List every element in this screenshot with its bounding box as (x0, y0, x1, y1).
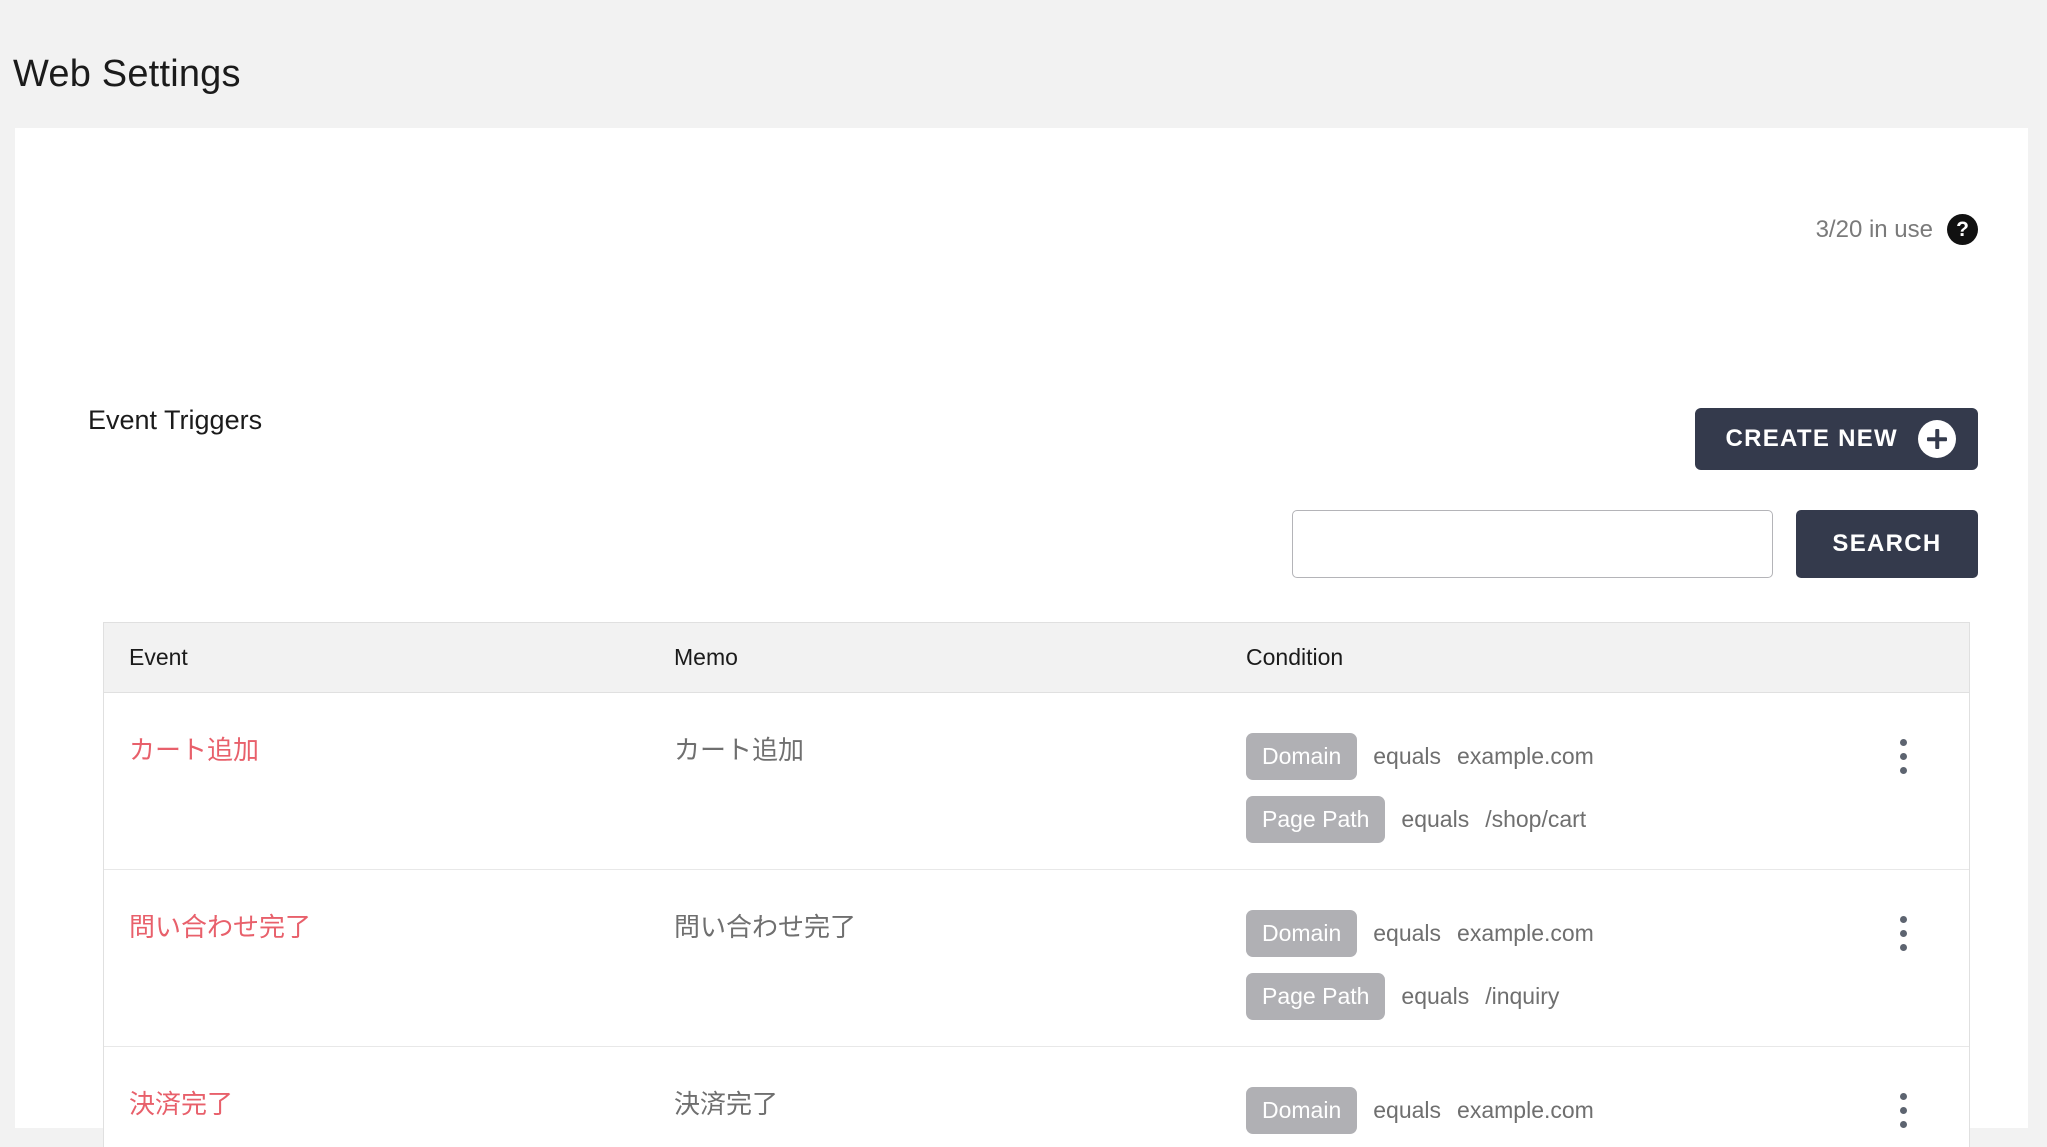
condition-operator: equals (1401, 983, 1470, 1009)
event-triggers-table: Event Memo Condition カート追加 カート追加 Domain … (103, 622, 1970, 1147)
create-new-button-label: CREATE NEW (1725, 425, 1898, 452)
event-cell: 問い合わせ完了 (104, 910, 674, 944)
usage-count-label: 3/20 in use (1815, 215, 1933, 243)
event-name-link[interactable]: カート追加 (129, 735, 259, 765)
plus-circle-icon (1918, 420, 1956, 458)
condition-item: Page Path equals /shop/cart (1246, 796, 1841, 843)
condition-operator: equals (1373, 920, 1442, 946)
memo-text: 決済完了 (674, 1089, 779, 1119)
condition-list: Domain equals example.com Page Path equa… (1246, 1087, 1841, 1147)
condition-cell: Domain equals example.com Page Path equa… (1246, 733, 1841, 843)
usage-indicator: 3/20 in use ? (1816, 214, 1978, 245)
event-name-link[interactable]: 決済完了 (129, 1089, 233, 1119)
table-header-row: Event Memo Condition (104, 623, 1969, 693)
memo-text: 問い合わせ完了 (674, 912, 857, 942)
memo-cell: 問い合わせ完了 (674, 910, 1246, 944)
section-title: Event Triggers (88, 405, 263, 435)
condition-item: Page Path equals /inquiry (1246, 973, 1841, 1020)
actions-cell (1841, 733, 1969, 779)
web-settings-page: Web Settings 3/20 in use ? Event Trigger… (0, 0, 2047, 1147)
condition-value: /inquiry (1485, 983, 1560, 1009)
condition-cell: Domain equals example.com Page Path equa… (1246, 1087, 1841, 1147)
help-circle-icon[interactable]: ? (1947, 214, 1978, 245)
condition-item: Domain equals example.com (1246, 733, 1841, 780)
event-cell: 決済完了 (104, 1087, 674, 1121)
condition-type-chip: Page Path (1246, 973, 1386, 1020)
kebab-menu-icon[interactable] (1883, 1087, 1923, 1133)
event-cell: カート追加 (104, 733, 674, 767)
kebab-menu-icon[interactable] (1883, 733, 1923, 779)
condition-list: Domain equals example.com Page Path equa… (1246, 910, 1841, 1020)
condition-operator: equals (1373, 743, 1442, 769)
condition-operator: equals (1373, 1097, 1442, 1123)
search-button[interactable]: SEARCH (1796, 510, 1978, 578)
memo-cell: 決済完了 (674, 1087, 1246, 1121)
actions-cell (1841, 910, 1969, 956)
actions-cell (1841, 1087, 1969, 1133)
page-title: Web Settings (13, 53, 241, 96)
condition-type-chip: Domain (1246, 910, 1358, 957)
column-header-memo: Memo (674, 644, 738, 670)
event-name-link[interactable]: 問い合わせ完了 (129, 912, 311, 942)
table-row: カート追加 カート追加 Domain equals example.com Pa… (104, 693, 1969, 870)
search-row: SEARCH (1292, 510, 1978, 578)
condition-item: Domain equals example.com (1246, 910, 1841, 957)
column-header-condition: Condition (1246, 644, 1344, 670)
condition-type-chip: Page Path (1246, 796, 1386, 843)
condition-value: /shop/cart (1485, 806, 1587, 832)
condition-type-chip: Domain (1246, 1087, 1358, 1134)
memo-text: カート追加 (674, 735, 805, 765)
kebab-menu-icon[interactable] (1883, 910, 1923, 956)
condition-item: Domain equals example.com (1246, 1087, 1841, 1134)
column-header-event: Event (129, 644, 188, 670)
memo-cell: カート追加 (674, 733, 1246, 767)
condition-value: example.com (1457, 1097, 1594, 1123)
table-row: 問い合わせ完了 問い合わせ完了 Domain equals example.co… (104, 870, 1969, 1047)
condition-type-chip: Domain (1246, 733, 1358, 780)
table-row: 決済完了 決済完了 Domain equals example.com Page… (104, 1047, 1969, 1147)
create-new-button[interactable]: CREATE NEW (1695, 408, 1978, 470)
condition-cell: Domain equals example.com Page Path equa… (1246, 910, 1841, 1020)
condition-list: Domain equals example.com Page Path equa… (1246, 733, 1841, 843)
search-input[interactable] (1292, 510, 1773, 578)
condition-value: example.com (1457, 920, 1594, 946)
condition-value: example.com (1457, 743, 1594, 769)
event-triggers-card: 3/20 in use ? Event Triggers CREATE NEW … (15, 128, 2028, 1147)
condition-operator: equals (1401, 806, 1470, 832)
